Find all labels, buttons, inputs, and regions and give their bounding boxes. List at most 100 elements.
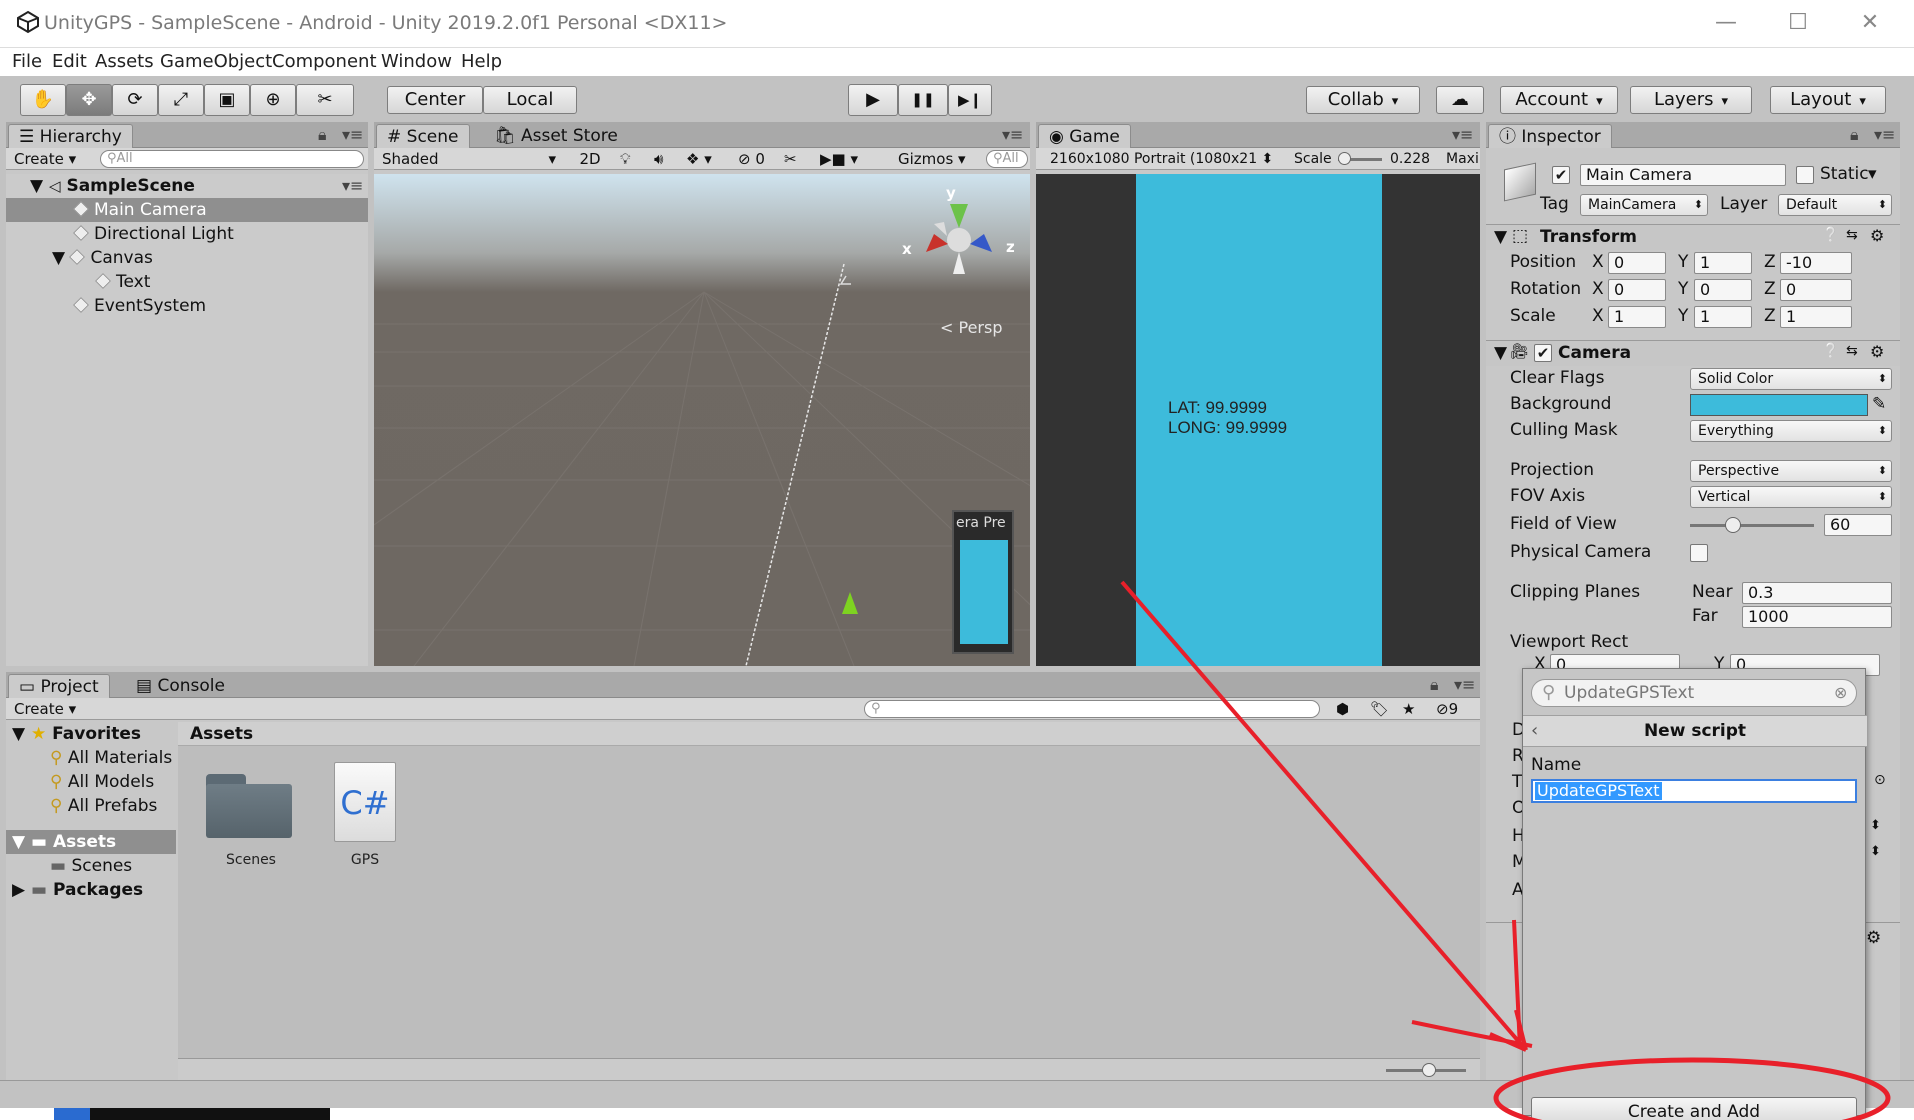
favorite-star-icon[interactable]: ★ (1402, 699, 1415, 719)
rect-tool-icon[interactable]: ▣ (204, 84, 250, 116)
tab-asset-store[interactable]: 🛍︎ Asset Store (484, 124, 628, 148)
layout-dropdown[interactable]: Layout (1770, 86, 1886, 114)
transform-header[interactable]: ▼ ⬚ Transform ❔ ⇆ ⚙ (1486, 224, 1900, 250)
dropdown-arrow-icon[interactable]: ⬍ (1870, 844, 1881, 859)
panel-menu-icon[interactable]: ▾≡ (1874, 125, 1895, 144)
script-name-input[interactable]: UpdateGPSText (1531, 779, 1857, 803)
preset-icon[interactable]: ⇆ (1846, 227, 1858, 243)
resolution-dropdown[interactable]: 2160x1080 Portrait (1080x21 ⬍ (1050, 149, 1290, 169)
active-checkbox[interactable]: ✔ (1552, 166, 1570, 184)
object-picker-icon[interactable]: ⊙ (1874, 772, 1886, 788)
menu-file[interactable]: File (12, 51, 42, 72)
projection-dropdown[interactable]: Perspective (1690, 460, 1892, 482)
menu-edit[interactable]: Edit (52, 51, 87, 72)
panel-menu-icon[interactable]: ▾≡ (1452, 125, 1473, 144)
tree-item-text[interactable]: Text (95, 270, 150, 294)
near-field[interactable]: 0.3 (1742, 582, 1892, 604)
minimize-button[interactable]: — (1706, 8, 1746, 38)
rotate-tool-icon[interactable]: ⟳ (112, 84, 158, 116)
scale-slider-thumb[interactable] (1338, 152, 1351, 165)
scale-tool-icon[interactable]: ⤢ (158, 84, 204, 116)
lock-icon[interactable]: 🔒︎ (1430, 675, 1439, 695)
audio-icon[interactable]: 🔊︎ (654, 149, 663, 169)
fav-all-models[interactable]: ⚲ All Models (50, 770, 154, 794)
position-y-field[interactable]: 1 (1694, 252, 1752, 274)
clear-search-icon[interactable]: ⊗ (1834, 683, 1847, 702)
game-viewport[interactable]: LAT: 99.9999 LONG: 99.9999 (1036, 174, 1480, 666)
rotation-y-field[interactable]: 0 (1694, 279, 1752, 301)
step-button[interactable]: ▶❙ (948, 84, 992, 116)
layer-dropdown[interactable]: Default (1778, 194, 1892, 216)
project-create-button[interactable]: Create ▾ (14, 699, 76, 719)
menu-help[interactable]: Help (461, 51, 502, 72)
icon-size-slider-thumb[interactable] (1422, 1063, 1436, 1077)
background-color-swatch[interactable] (1690, 394, 1868, 416)
tree-item-eventsystem[interactable]: EventSystem (73, 294, 206, 318)
create-and-add-button[interactable]: Create and Add (1531, 1097, 1857, 1120)
hierarchy-search-input[interactable]: ⚲All (100, 150, 364, 168)
hidden-objects-toggle[interactable]: ⊘ 0 (738, 149, 765, 169)
camera-foldout-icon[interactable]: ▼ (1494, 343, 1507, 363)
panel-menu-icon[interactable]: ▾≡ (1454, 675, 1475, 694)
transform-tool-icon[interactable]: ⊕ (250, 84, 296, 116)
lock-icon[interactable]: 🔒︎ (1850, 125, 1859, 145)
position-x-field[interactable]: 0 (1608, 252, 1666, 274)
maximize-on-play-toggle[interactable]: Maxir (1446, 149, 1480, 169)
static-checkbox[interactable] (1796, 166, 1814, 184)
play-button[interactable]: ▶ (848, 84, 898, 116)
tree-scene-sample[interactable]: ▼ ◁ SampleScene (30, 174, 195, 198)
help-icon[interactable]: ❔ (1822, 343, 1839, 359)
component-settings-icon[interactable]: ⚙ (1866, 928, 1881, 948)
scene-gizmo-icon[interactable] (904, 186, 1014, 286)
fov-slider-thumb[interactable] (1725, 517, 1742, 533)
space-local-button[interactable]: Local (483, 86, 577, 114)
pause-button[interactable]: ❚❚ (898, 84, 948, 116)
rotation-x-field[interactable]: 0 (1608, 279, 1666, 301)
physical-camera-checkbox[interactable] (1690, 544, 1708, 562)
component-settings-icon[interactable]: ⚙ (1870, 342, 1884, 361)
hand-tool-icon[interactable]: ✋ (20, 84, 66, 116)
hierarchy-create-button[interactable]: Create ▾ (14, 149, 76, 169)
tag-dropdown[interactable]: MainCamera (1580, 194, 1708, 216)
camera-enabled-checkbox[interactable]: ✔ (1534, 344, 1552, 362)
scale-z-field[interactable]: 1 (1780, 306, 1852, 328)
mode-2d-toggle[interactable]: 2D (572, 149, 608, 169)
asset-script-gps[interactable]: C# (334, 762, 396, 842)
cloud-icon[interactable]: ☁ (1436, 86, 1484, 114)
effects-icon[interactable]: ❖ ▾ (686, 149, 712, 169)
close-button[interactable]: ✕ (1850, 8, 1890, 38)
layers-dropdown[interactable]: Layers (1630, 86, 1752, 114)
rotation-z-field[interactable]: 0 (1780, 279, 1852, 301)
tab-inspector[interactable]: ⓘ Inspector (1488, 124, 1612, 148)
static-dropdown-arrow-icon[interactable]: ▾ (1868, 164, 1877, 184)
breadcrumb-assets[interactable]: Assets (190, 724, 253, 744)
help-icon[interactable]: ❔ (1822, 227, 1839, 243)
menu-assets[interactable]: Assets (95, 51, 154, 72)
scale-x-field[interactable]: 1 (1608, 306, 1666, 328)
tree-favorites[interactable]: ▼ ★ Favorites (12, 722, 141, 746)
scale-y-field[interactable]: 1 (1694, 306, 1752, 328)
taskbar-item[interactable] (90, 1108, 330, 1120)
collab-dropdown[interactable]: Collab (1306, 86, 1420, 114)
tab-console[interactable]: ▤ Console (126, 674, 235, 698)
scene-viewport[interactable]: y x z < Persp era Pre (374, 174, 1030, 666)
object-name-field[interactable]: Main Camera (1580, 164, 1786, 186)
gizmos-dropdown[interactable]: Gizmos ▾ (898, 149, 966, 169)
search-by-label-icon[interactable]: 🏷︎ (1370, 699, 1389, 719)
fov-axis-dropdown[interactable]: Vertical (1690, 486, 1892, 508)
culling-mask-dropdown[interactable]: Everything (1690, 420, 1892, 442)
clear-flags-dropdown[interactable]: Solid Color (1690, 368, 1892, 390)
persp-label[interactable]: < Persp (940, 318, 1003, 337)
tree-item-main-camera[interactable]: Main Camera (73, 198, 207, 222)
transform-foldout-icon[interactable]: ▼ (1494, 227, 1507, 247)
tree-item-directional-light[interactable]: Directional Light (73, 222, 234, 246)
fov-slider-track[interactable] (1690, 524, 1814, 527)
menu-window[interactable]: Window (381, 51, 452, 72)
popup-search-input[interactable]: ⚲ UpdateGPSText ⊗ (1531, 679, 1857, 707)
tools-icon[interactable]: ✂ (784, 149, 797, 169)
scene-menu-icon[interactable]: ▾≡ (342, 176, 363, 195)
position-z-field[interactable]: -10 (1780, 252, 1852, 274)
custom-tool-icon[interactable]: ✂ (296, 84, 354, 116)
tree-scenes[interactable]: ▬ Scenes (50, 854, 132, 878)
shading-mode-dropdown[interactable]: Shaded ▾ (382, 149, 562, 169)
